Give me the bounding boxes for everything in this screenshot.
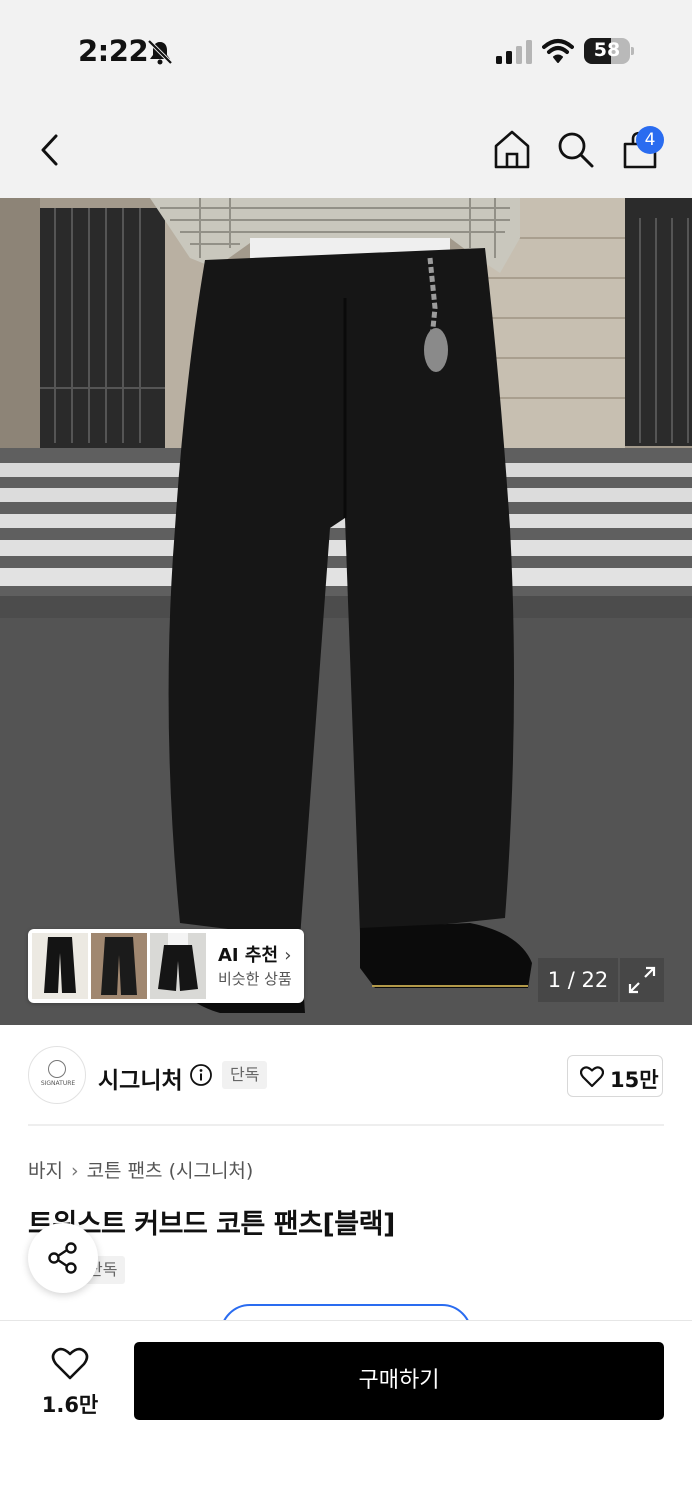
share-icon xyxy=(48,1242,77,1274)
expand-icon xyxy=(628,966,656,994)
breadcrumb-category[interactable]: 바지 xyxy=(28,1160,63,1182)
product-photo xyxy=(0,198,692,1025)
heart-icon xyxy=(51,1347,89,1380)
cart-count-badge: 4 xyxy=(636,126,664,154)
ai-recommend-label: AI 추천 xyxy=(218,945,279,966)
ai-recommend-card[interactable]: AI 추천 › 비슷한 상품 xyxy=(28,929,304,1003)
bell-slash-icon xyxy=(147,39,173,65)
chevron-right-icon: › xyxy=(284,945,292,966)
brand-like-count: 15만 xyxy=(610,1068,659,1092)
battery-percent: 58 xyxy=(593,39,621,61)
exclusive-tag: 단독 xyxy=(222,1061,268,1089)
home-icon[interactable] xyxy=(492,128,532,170)
product-image[interactable]: AI 추천 › 비슷한 상품 1 / 22 xyxy=(0,198,692,1025)
similar-product-thumb[interactable] xyxy=(91,933,147,999)
divider xyxy=(28,1124,664,1126)
ai-recommend-title: AI 추천 › xyxy=(218,941,292,967)
breadcrumb: 바지 › 코튼 팬츠 (시그니처) xyxy=(28,1156,253,1183)
image-counter: 1 / 22 xyxy=(538,958,618,1002)
chevron-right-icon: › xyxy=(70,1160,79,1182)
breadcrumb-subcategory[interactable]: 코튼 팬츠 (시그니처) xyxy=(87,1160,254,1182)
buy-button[interactable]: 구매하기 xyxy=(134,1342,664,1420)
bottom-action-bar: 1.6만 구매하기 xyxy=(0,1320,692,1500)
status-time: 2:22 xyxy=(78,34,149,68)
brand-row[interactable]: SIGNATURE 시그니처 단독 15만 xyxy=(0,1025,692,1125)
brand-name[interactable]: 시그니처 xyxy=(98,1061,183,1095)
cellular-signal-icon xyxy=(496,40,532,64)
battery-icon: 58 xyxy=(584,38,634,64)
brand-like-button[interactable]: 15만 xyxy=(567,1055,663,1097)
search-icon[interactable] xyxy=(556,130,596,170)
wishlist-button[interactable]: 1.6만 xyxy=(30,1345,110,1425)
brand-mark-icon xyxy=(48,1060,66,1078)
similar-product-thumb[interactable] xyxy=(32,933,88,999)
share-button[interactable] xyxy=(28,1223,98,1293)
expand-button[interactable] xyxy=(620,958,664,1002)
wishlist-count: 1.6만 xyxy=(41,1393,99,1417)
similar-product-thumb[interactable] xyxy=(150,933,206,999)
ai-recommend-subtitle: 비슷한 상품 xyxy=(218,970,292,988)
info-icon[interactable] xyxy=(189,1063,213,1087)
status-bar: 2:22 58 xyxy=(0,0,692,100)
brand-logo[interactable]: SIGNATURE xyxy=(28,1046,86,1104)
brand-logo-text: SIGNATURE xyxy=(40,1080,76,1087)
wifi-icon xyxy=(542,39,574,63)
heart-icon xyxy=(580,1066,604,1088)
back-chevron-icon[interactable] xyxy=(36,132,64,168)
